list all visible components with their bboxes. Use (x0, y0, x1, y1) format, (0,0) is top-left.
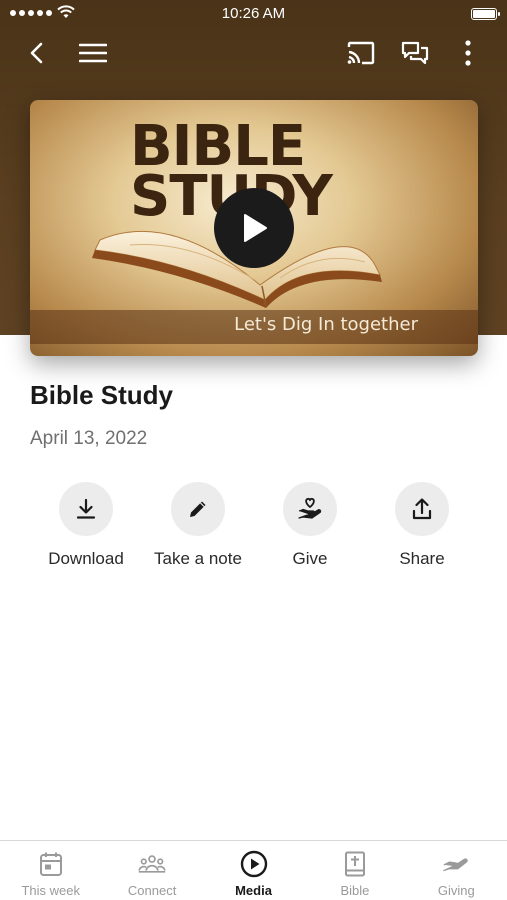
hamburger-menu-icon[interactable] (76, 36, 110, 70)
give-label: Give (292, 549, 328, 568)
more-vertical-icon[interactable] (451, 36, 485, 70)
hand-heart-icon (283, 482, 337, 536)
media-title: Bible Study (30, 380, 174, 410)
chat-bubbles-icon[interactable] (398, 36, 432, 70)
take-note-button[interactable]: Take a note (142, 482, 254, 569)
play-button[interactable] (214, 188, 294, 268)
download-button[interactable]: Download (30, 482, 142, 569)
share-button[interactable]: Share (366, 482, 478, 569)
tab-bible[interactable]: Bible (304, 841, 405, 900)
play-circle-icon (240, 850, 268, 878)
status-bar: 10:26 AM (0, 0, 507, 28)
give-button[interactable]: Give (254, 482, 366, 569)
share-label: Share (399, 549, 445, 568)
share-icon (395, 482, 449, 536)
tab-this-week[interactable]: This week (0, 841, 101, 900)
bottom-tab-bar: This week Connect Media Bible Giving (0, 840, 507, 900)
top-app-bar (0, 30, 507, 74)
play-icon (244, 214, 267, 242)
media-date: April 13, 2022 (30, 428, 148, 449)
tab-giving-label: Giving (437, 883, 475, 898)
download-label: Download (48, 549, 124, 568)
people-icon (138, 850, 166, 878)
chevron-left-icon[interactable] (20, 36, 54, 70)
tab-media[interactable]: Media (203, 841, 304, 900)
action-row: Download Take a note Give Share (30, 482, 478, 582)
tab-this-week-label: This week (21, 883, 80, 898)
media-thumbnail[interactable]: BIBLE STUDY Let's Dig In together (30, 100, 478, 356)
download-icon (59, 482, 113, 536)
cast-icon[interactable] (344, 36, 378, 70)
tab-connect-label: Connect (127, 883, 177, 898)
tab-bible-label: Bible (340, 883, 370, 898)
battery-icon (471, 8, 500, 20)
giving-hand-icon (442, 850, 470, 878)
bible-icon (341, 850, 369, 878)
status-time: 10:26 AM (221, 5, 286, 22)
thumbnail-tagline: Let's Dig In together (234, 314, 418, 335)
take-note-label: Take a note (154, 549, 242, 568)
calendar-icon (37, 850, 65, 878)
pencil-icon (171, 482, 225, 536)
tab-media-label: Media (235, 883, 272, 898)
tab-giving[interactable]: Giving (406, 841, 507, 900)
tab-connect[interactable]: Connect (101, 841, 202, 900)
